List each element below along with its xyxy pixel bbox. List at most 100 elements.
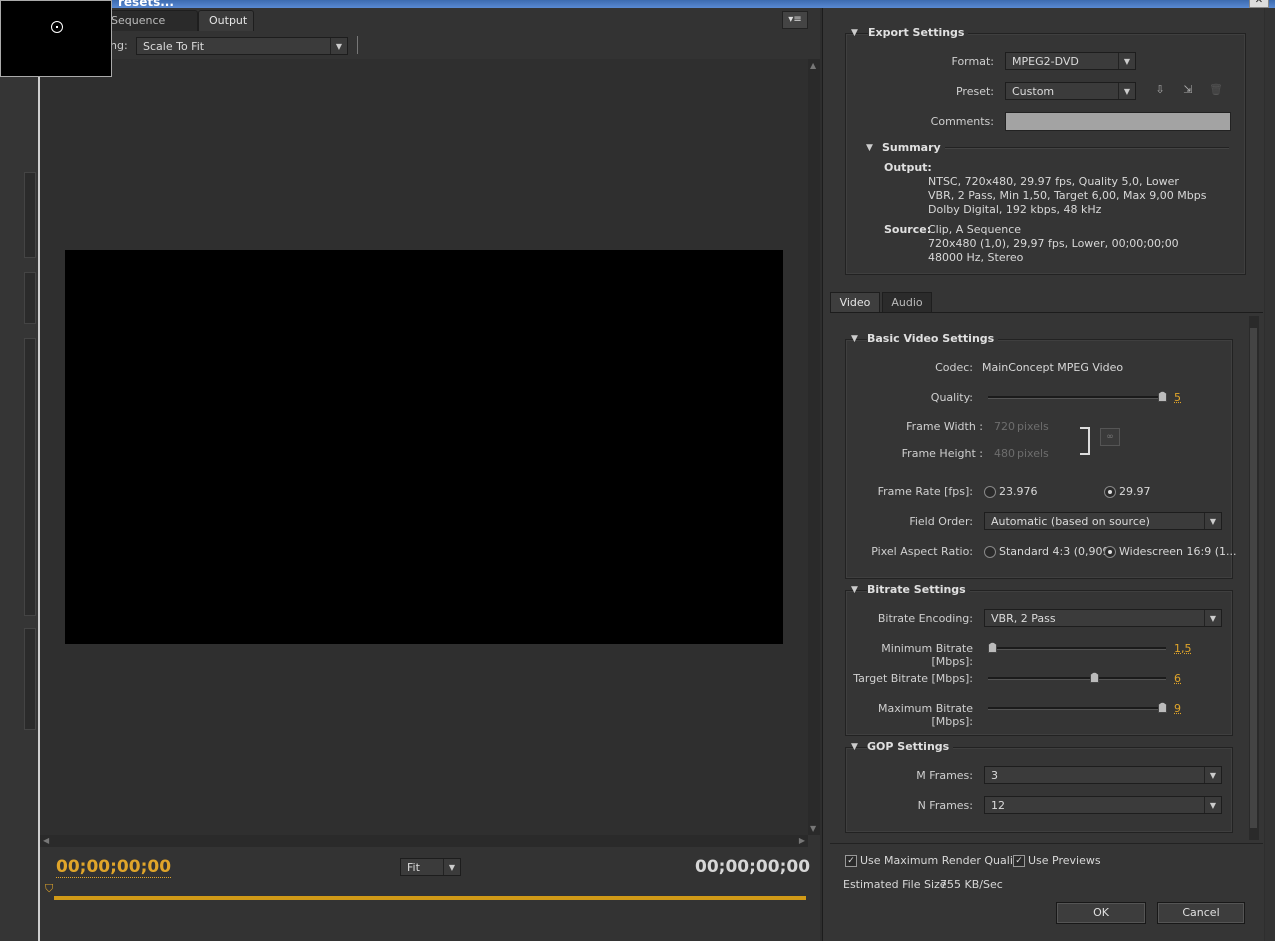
collapse-triangle-icon[interactable]: ▼ bbox=[851, 742, 858, 752]
collapse-triangle-icon[interactable]: ▼ bbox=[851, 585, 858, 595]
frame-width-label: Frame Width : bbox=[906, 420, 983, 433]
max-bitrate-value[interactable]: 9 bbox=[1174, 702, 1181, 715]
par-option: Widescreen 16:9 (1... bbox=[1119, 545, 1237, 558]
bitrate-encoding-label: Bitrate Encoding: bbox=[877, 612, 973, 625]
max-bitrate-label: Maximum Bitrate [Mbps]: bbox=[878, 702, 973, 728]
frame-rate-radio-23976[interactable] bbox=[984, 486, 996, 498]
frame-height-label: Frame Height : bbox=[901, 447, 983, 460]
preview-vertical-scrollbar[interactable]: ▲ ▼ bbox=[808, 59, 820, 835]
duration-timecode: 00;00;00;00 bbox=[695, 857, 811, 877]
target-bitrate-slider[interactable] bbox=[988, 672, 1166, 683]
background-panel-block bbox=[24, 272, 36, 324]
basic-video-heading: Basic Video Settings bbox=[867, 332, 999, 345]
scroll-down-icon[interactable]: ▼ bbox=[810, 824, 816, 833]
n-frames-label: N Frames: bbox=[917, 799, 973, 812]
format-label: Format: bbox=[951, 55, 994, 68]
frame-rate-radio-2997[interactable] bbox=[1104, 486, 1116, 498]
par-radio-standard[interactable] bbox=[984, 546, 996, 558]
current-timecode[interactable]: 00;00;00;00 bbox=[56, 857, 172, 878]
file-size-label: Estimated File Size: bbox=[843, 878, 951, 891]
background-app-panel bbox=[0, 0, 38, 941]
crosshair-icon bbox=[51, 21, 63, 33]
frame-height-unit: pixels bbox=[1017, 447, 1049, 460]
summary-output-label: Output: bbox=[884, 161, 932, 174]
playhead-icon[interactable]: ⛉ bbox=[45, 882, 55, 895]
background-panel-block bbox=[24, 172, 36, 258]
tab-source[interactable]: Sequence bbox=[100, 10, 198, 31]
cursor-overlay bbox=[0, 0, 112, 77]
quality-value[interactable]: 5 bbox=[1174, 391, 1181, 404]
panel-menu-icon[interactable]: ▾≡ bbox=[782, 11, 808, 29]
dialog-titlebar: resets... ✕ bbox=[38, 0, 1275, 9]
bitrate-encoding-value: VBR, 2 Pass bbox=[991, 612, 1056, 625]
export-settings-heading: Export Settings bbox=[868, 26, 969, 39]
chevron-down-icon: ▼ bbox=[1204, 610, 1221, 626]
footer-divider bbox=[830, 843, 1263, 844]
summary-heading: Summary bbox=[882, 141, 941, 154]
par-radio-widescreen[interactable] bbox=[1104, 546, 1116, 558]
summary-output-line: NTSC, 720x480, 29.97 fps, Quality 5,0, L… bbox=[928, 175, 1179, 188]
n-frames-dropdown[interactable]: 12 ▼ bbox=[984, 796, 1222, 814]
preset-label: Preset: bbox=[955, 85, 994, 98]
scroll-right-icon[interactable]: ▶ bbox=[799, 836, 805, 845]
bitrate-encoding-dropdown[interactable]: VBR, 2 Pass ▼ bbox=[984, 609, 1222, 627]
frame-rate-option: 29.97 bbox=[1119, 485, 1151, 498]
target-bitrate-value[interactable]: 6 bbox=[1174, 672, 1181, 685]
format-dropdown[interactable]: MPEG2-DVD ▼ bbox=[1005, 52, 1136, 70]
comments-field[interactable] bbox=[1005, 112, 1231, 131]
close-icon[interactable]: ✕ bbox=[1249, 0, 1269, 8]
chevron-down-icon: ▼ bbox=[1118, 83, 1135, 99]
min-bitrate-value[interactable]: 1,5 bbox=[1174, 642, 1192, 655]
tab-audio[interactable]: Audio bbox=[882, 292, 932, 312]
ok-button[interactable]: OK bbox=[1056, 902, 1146, 924]
quality-slider[interactable] bbox=[988, 391, 1167, 402]
scroll-up-icon[interactable]: ▲ bbox=[810, 61, 816, 70]
video-preview bbox=[65, 250, 783, 644]
scaling-value: Scale To Fit bbox=[143, 40, 205, 53]
chevron-down-icon: ▼ bbox=[1204, 767, 1221, 783]
max-bitrate-slider[interactable] bbox=[988, 702, 1167, 713]
background-panel-block bbox=[24, 628, 36, 730]
chevron-down-icon: ▼ bbox=[1204, 513, 1221, 529]
target-bitrate-label: Target Bitrate [Mbps]: bbox=[853, 672, 973, 685]
summary-output-line: VBR, 2 Pass, Min 1,50, Target 6,00, Max … bbox=[928, 189, 1207, 202]
min-bitrate-slider[interactable] bbox=[988, 642, 1166, 653]
format-value: MPEG2-DVD bbox=[1012, 55, 1079, 68]
field-order-dropdown[interactable]: Automatic (based on source) ▼ bbox=[984, 512, 1222, 530]
delete-preset-icon[interactable]: 🗑 bbox=[1208, 83, 1224, 97]
frame-rate-label: Frame Rate [fps]: bbox=[877, 485, 973, 498]
settings-scrollbar[interactable] bbox=[1249, 316, 1259, 840]
preset-value: Custom bbox=[1012, 85, 1055, 98]
gop-group bbox=[845, 747, 1233, 833]
timeline-bar[interactable] bbox=[54, 896, 806, 900]
use-previews-checkbox[interactable]: ✓ bbox=[1013, 855, 1025, 867]
zoom-value: Fit bbox=[407, 861, 420, 874]
frame-width-unit: pixels bbox=[1017, 420, 1049, 433]
codec-value: MainConcept MPEG Video bbox=[982, 361, 1124, 374]
m-frames-value: 3 bbox=[991, 769, 998, 782]
tab-output[interactable]: Output bbox=[198, 10, 254, 31]
collapse-triangle-icon[interactable]: ▼ bbox=[851, 334, 858, 344]
frame-height-value: 480 bbox=[994, 447, 1015, 460]
cancel-button[interactable]: Cancel bbox=[1157, 902, 1245, 924]
chain-link-icon[interactable]: ∞ bbox=[1100, 428, 1120, 446]
summary-output-line: Dolby Digital, 192 kbps, 48 kHz bbox=[928, 203, 1102, 216]
summary-source-line: Clip, A Sequence bbox=[928, 223, 1022, 236]
preset-dropdown[interactable]: Custom ▼ bbox=[1005, 82, 1136, 100]
use-previews-label: Use Previews bbox=[1028, 854, 1101, 867]
scroll-left-icon[interactable]: ◀ bbox=[43, 836, 49, 845]
scrollbar-thumb[interactable] bbox=[1250, 328, 1257, 828]
scaling-dropdown[interactable]: Scale To Fit ▼ bbox=[136, 37, 348, 55]
save-preset-icon[interactable]: ⇩ bbox=[1152, 83, 1168, 97]
collapse-triangle-icon[interactable]: ▼ bbox=[866, 143, 873, 153]
zoom-dropdown[interactable]: Fit ▼ bbox=[400, 858, 461, 876]
comments-label: Comments: bbox=[930, 115, 994, 128]
tab-video[interactable]: Video bbox=[830, 292, 880, 312]
chevron-down-icon: ▼ bbox=[1118, 53, 1135, 69]
preview-horizontal-scrollbar[interactable]: ◀ ▶ bbox=[40, 835, 808, 847]
import-preset-icon[interactable]: ⇲ bbox=[1180, 83, 1196, 97]
m-frames-dropdown[interactable]: 3 ▼ bbox=[984, 766, 1222, 784]
max-render-quality-checkbox[interactable]: ✓ bbox=[845, 855, 857, 867]
field-order-label: Field Order: bbox=[909, 515, 973, 528]
collapse-triangle-icon[interactable]: ▼ bbox=[851, 28, 858, 38]
